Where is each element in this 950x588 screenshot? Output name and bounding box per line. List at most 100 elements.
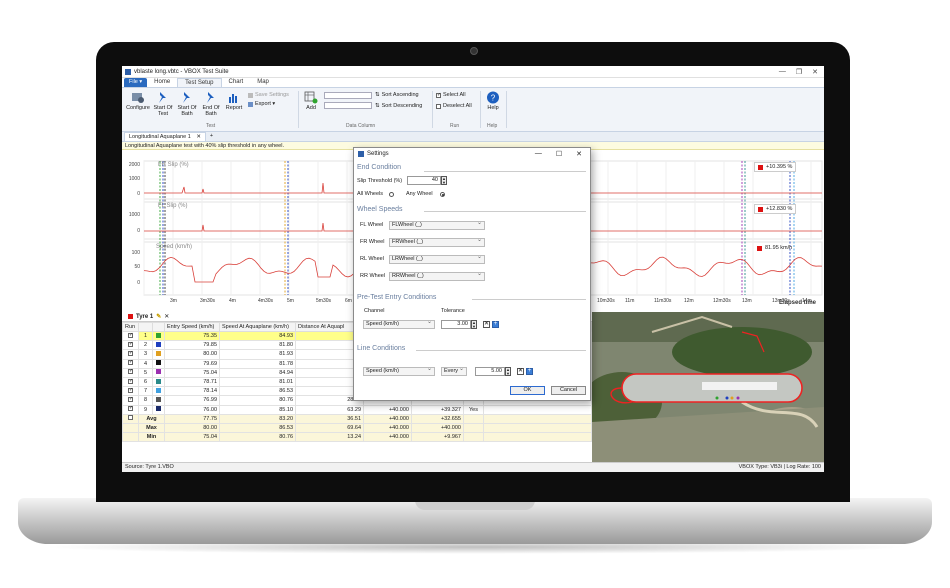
new-tab-button[interactable]: + (206, 132, 217, 141)
pre-test-channel-select[interactable]: Speed (km/h) (363, 319, 435, 329)
slip-threshold-input[interactable]: 40 (407, 176, 441, 185)
remove-condition-button[interactable]: ✕ (483, 321, 490, 328)
column-name-input[interactable] (324, 92, 372, 99)
col-index[interactable] (138, 322, 153, 332)
add-column-button[interactable]: Add (302, 91, 320, 111)
tab-map[interactable]: Map (250, 78, 276, 87)
configure-button[interactable]: Configure (126, 91, 150, 111)
close-window-button[interactable]: ✕ (812, 68, 818, 76)
save-settings-button[interactable]: Save Settings (248, 92, 289, 98)
x-tick-label: 11m30s (654, 298, 672, 304)
wheel-speeds-heading: Wheel Speeds (357, 206, 403, 213)
close-tab-icon[interactable]: ✕ (196, 134, 201, 140)
end-of-bath-button[interactable]: End Of Bath (200, 91, 222, 117)
row-checkbox[interactable] (122, 330, 139, 342)
dialog-close-button[interactable]: ✕ (576, 150, 582, 158)
tab-chart[interactable]: Chart (222, 78, 251, 87)
dialog-maximize-button[interactable]: ☐ (556, 150, 562, 158)
channel-label: Channel (364, 308, 385, 314)
minimize-button[interactable]: — (779, 68, 786, 76)
summary-threshold: +40.000 (363, 413, 412, 424)
save-icon (248, 92, 253, 98)
row-checkbox[interactable] (122, 340, 139, 351)
row-checkbox[interactable] (122, 376, 139, 388)
tolerance-spinner[interactable]: ▲ ▼ (471, 320, 477, 329)
restore-button[interactable]: ❐ (796, 68, 802, 76)
row-checkbox[interactable] (122, 386, 139, 397)
dialog-minimize-button[interactable]: — (535, 150, 542, 158)
report-button[interactable]: Report (224, 91, 244, 111)
col-run[interactable]: Run (122, 322, 139, 332)
speed-ytick: 50 (134, 264, 140, 270)
column-expression-input[interactable] (324, 102, 372, 109)
row-checkbox[interactable] (122, 395, 139, 406)
line-value-spinner[interactable]: ▲ ▼ (505, 367, 511, 376)
sort-ascending-button[interactable]: ⇅ Sort Ascending (375, 92, 419, 98)
satellite-map[interactable] (592, 312, 824, 462)
tyre-tab-label: Tyre 1 (136, 313, 154, 320)
tolerance-label: Tolerance (441, 308, 465, 314)
x-tick-label: 10m30s (597, 298, 615, 304)
select-all-button[interactable]: Select All (436, 92, 466, 98)
ribbon-tabs: File ▾ Home Test Setup Chart Map (122, 78, 824, 88)
svg-text:?: ? (491, 94, 496, 103)
rl-wheel-select[interactable]: LRWheel (_) (389, 254, 485, 264)
rr-wheel-select[interactable]: RRWheel (_) (389, 271, 485, 281)
speed-at-aquaplane-cell: 86.53 (219, 386, 296, 397)
add-condition-button[interactable]: + (492, 321, 499, 328)
sort-descending-button[interactable]: ⇅ Sort Descending (375, 103, 422, 109)
row-checkbox[interactable] (122, 358, 139, 369)
start-of-bath-label: Start Of Bath (177, 105, 197, 117)
run-number: 1 (138, 330, 153, 342)
entry-speed-cell: 78.71 (164, 376, 220, 388)
group-test-label: Test (206, 123, 216, 129)
fr-wheel-select[interactable]: FRWheel (_) (389, 237, 485, 247)
export-icon (248, 101, 253, 107)
slip-threshold-spinner[interactable]: ▲ ▼ (441, 176, 447, 185)
add-line-button[interactable]: + (526, 368, 533, 375)
sort-ascending-icon: ⇅ (375, 92, 380, 98)
speed-at-aquaplane-cell: 84.93 (219, 330, 296, 342)
tab-home[interactable]: Home (147, 78, 177, 87)
tab-longitudinal-aquaplane[interactable]: Longitudinal Aquaplane 1 ✕ (124, 132, 206, 141)
series-color-swatch (758, 206, 763, 212)
remove-line-button[interactable]: ✕ (517, 368, 524, 375)
summary-checkbox[interactable] (122, 422, 139, 434)
line-channel-select[interactable]: Speed (km/h) (363, 366, 435, 376)
tolerance-input[interactable]: 3.00 (441, 320, 471, 329)
entry-speed-cell: 79.69 (164, 358, 220, 369)
map-pane[interactable] (592, 312, 824, 462)
all-wheels-radio[interactable] (389, 192, 394, 197)
col-entry-speed[interactable]: Entry Speed (km/h) (164, 322, 220, 332)
start-of-test-button[interactable]: Start Of Test (152, 91, 174, 117)
save-settings-label: Save Settings (255, 92, 289, 98)
row-checkbox[interactable] (122, 367, 139, 378)
tab-test-setup[interactable]: Test Setup (177, 78, 222, 87)
tab-file[interactable]: File ▾ (124, 78, 148, 87)
sort-ascending-label: Sort Ascending (381, 92, 419, 98)
speed-ytick: 0 (137, 280, 140, 286)
summary-checkbox[interactable] (122, 413, 139, 424)
help-button[interactable]: ? Help (484, 91, 502, 111)
line-value-input[interactable]: 5.00 (475, 367, 505, 376)
col-speed-at-aquaplane[interactable]: Speed At Aquaplane (km/h) (219, 322, 296, 332)
any-wheel-radio[interactable] (440, 192, 445, 197)
line-mode-select[interactable]: Every (441, 366, 467, 376)
cancel-button[interactable]: Cancel (551, 386, 586, 395)
start-of-bath-button[interactable]: Start Of Bath (176, 91, 198, 117)
summary-row: Min 75.04 80.76 13.24 +40.000 +9.967 (122, 432, 592, 443)
table-row[interactable]: 9 76.0085.1063.29+40.000+39.327Yes (122, 404, 592, 415)
edit-icon[interactable]: ✎ (156, 313, 161, 320)
row-checkbox[interactable] (122, 349, 139, 360)
close-icon[interactable]: ✕ (164, 313, 169, 320)
speed-ytick: 100 (131, 250, 140, 256)
row-checkbox[interactable] (122, 404, 139, 415)
configure-label: Configure (126, 105, 150, 111)
deselect-all-button[interactable]: Deselect All (436, 103, 472, 109)
summary-checkbox[interactable] (122, 432, 139, 443)
col-color[interactable] (152, 322, 165, 332)
fl-wheel-select[interactable]: FLWheel (_) (389, 220, 485, 230)
run-number: 3 (138, 349, 153, 360)
ok-button[interactable]: OK (510, 386, 545, 395)
export-button[interactable]: Export ▾ (248, 101, 275, 107)
